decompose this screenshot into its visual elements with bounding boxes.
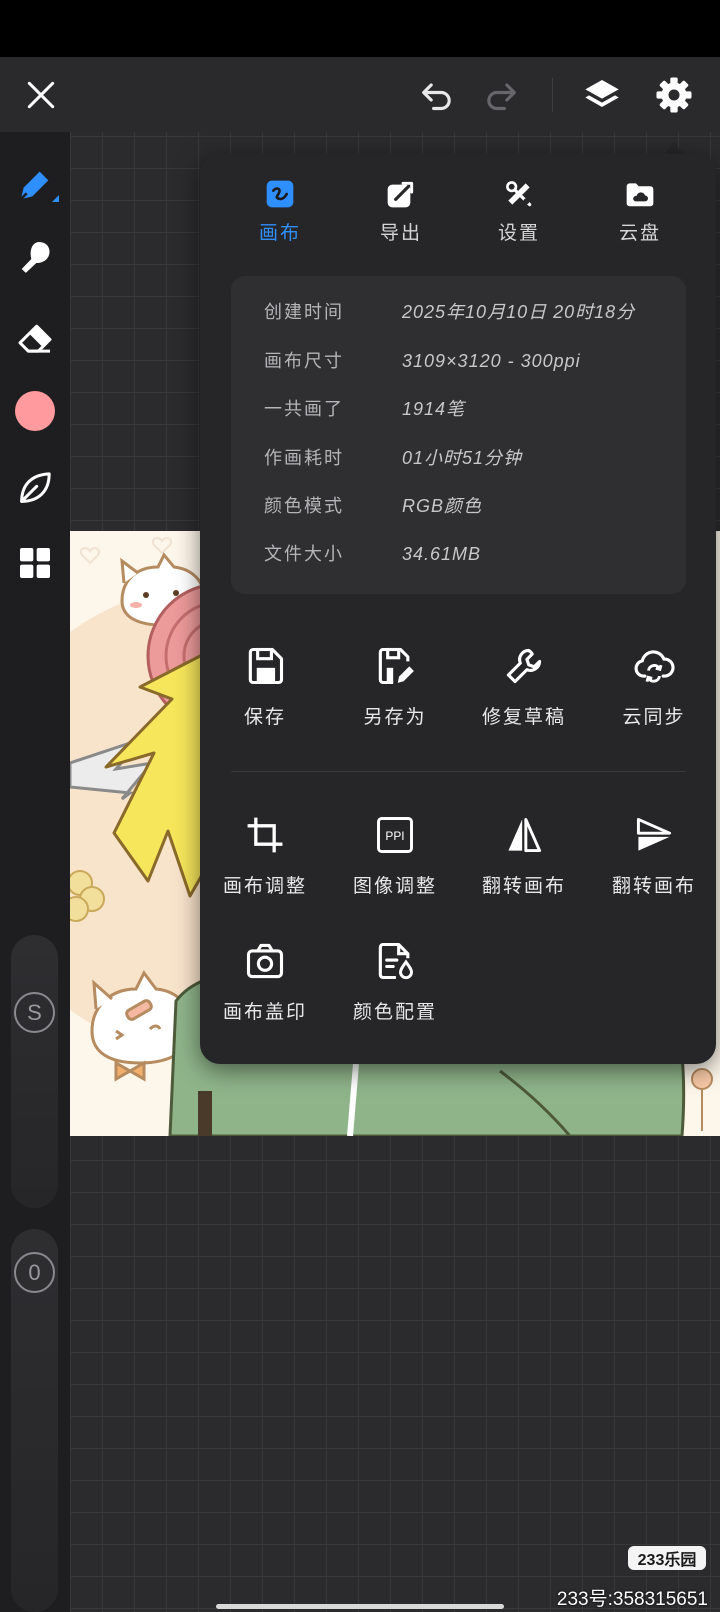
redo-button[interactable] xyxy=(479,73,523,117)
info-value: 34.61MB xyxy=(402,544,482,564)
save-button[interactable]: 保存 xyxy=(205,644,325,728)
tools-icon xyxy=(506,181,532,207)
tab-label: 云盘 xyxy=(618,223,661,244)
close-button[interactable] xyxy=(19,73,63,117)
info-value: 1914笔 xyxy=(402,399,466,419)
info-label: 文件大小 xyxy=(264,544,344,564)
cloud-sync-icon xyxy=(634,650,675,683)
action-label: 保存 xyxy=(243,707,286,728)
tab-settings[interactable]: 设置 xyxy=(469,176,569,246)
close-icon xyxy=(27,81,55,109)
smudge-icon xyxy=(21,242,50,273)
tool-sidebar: S 0 xyxy=(0,132,70,1612)
action-label: 修复草稿 xyxy=(481,707,566,728)
leaf-icon xyxy=(20,472,51,503)
undo-icon xyxy=(422,83,451,111)
eraser-icon xyxy=(18,324,52,353)
current-color-swatch xyxy=(15,391,55,431)
pen-options-indicator[interactable] xyxy=(52,195,59,202)
tab-export[interactable]: 导出 xyxy=(351,176,451,246)
action-label: 图像调整 xyxy=(352,876,437,897)
screen: S 0 画布 导出 设置 云盘 创建时间 2025年10月10日 20时18分 xyxy=(0,0,720,1612)
dark-hair-shadow xyxy=(198,1091,212,1136)
wrench-icon xyxy=(506,648,542,684)
action-label: 云同步 xyxy=(622,707,686,728)
info-label: 创建时间 xyxy=(264,302,344,322)
eraser-tool[interactable] xyxy=(13,315,57,359)
brush-size-knob[interactable]: S xyxy=(14,992,55,1033)
flip-vertical-icon xyxy=(636,817,672,851)
grid-icon xyxy=(20,548,50,578)
info-label: 一共画了 xyxy=(264,399,344,419)
save-as-button[interactable]: 另存为 xyxy=(335,644,455,728)
tab-label: 导出 xyxy=(379,223,422,244)
pen-icon xyxy=(19,171,49,201)
info-value: 01小时51分钟 xyxy=(402,448,523,468)
brush-library-button[interactable] xyxy=(13,466,57,510)
redo-icon xyxy=(487,83,516,111)
watermark-id-text: 233号:358315651 xyxy=(556,1589,708,1610)
repair-draft-button[interactable]: 修复草稿 xyxy=(464,644,584,728)
action-label: 另存为 xyxy=(363,707,427,728)
flip-horizontal-icon xyxy=(508,817,542,853)
canvas-info-box: 创建时间 2025年10月10日 20时18分 画布尺寸 3109×3120 -… xyxy=(231,276,686,594)
save-as-icon xyxy=(378,647,414,685)
action-label: 颜色配置 xyxy=(352,1002,437,1023)
info-value: 2025年10月10日 20时18分 xyxy=(402,302,636,322)
home-indicator[interactable] xyxy=(216,1604,504,1609)
ppi-icon: PPI xyxy=(377,817,413,853)
tab-label: 画布 xyxy=(258,223,301,244)
smudge-tool[interactable] xyxy=(13,235,57,279)
brush-opacity-slider[interactable]: 0 xyxy=(11,1229,58,1612)
flip-vertical-button[interactable]: 翻转画布 xyxy=(594,813,714,897)
action-label: 画布调整 xyxy=(222,876,307,897)
color-profile-icon xyxy=(378,942,413,980)
info-value: 3109×3120 - 300ppi xyxy=(402,351,581,371)
ppi-icon-text: PPI xyxy=(385,829,404,843)
canvas-icon xyxy=(266,180,294,208)
gear-icon xyxy=(656,77,692,113)
cloud-sync-button[interactable]: 云同步 xyxy=(594,644,714,728)
layers-icon xyxy=(585,80,619,107)
save-icon xyxy=(248,647,284,685)
crop-icon xyxy=(247,817,283,853)
section-divider xyxy=(231,771,686,772)
tab-cloud-disk[interactable]: 云盘 xyxy=(590,176,690,246)
action-label: 翻转画布 xyxy=(611,876,696,897)
pen-tool[interactable] xyxy=(13,163,57,207)
undo-button[interactable] xyxy=(415,73,459,117)
camera-icon xyxy=(246,943,284,979)
brush-opacity-knob[interactable]: 0 xyxy=(14,1252,55,1293)
brush-size-slider[interactable]: S xyxy=(11,935,58,1208)
action-label: 翻转画布 xyxy=(481,876,566,897)
canvas-stamp-button[interactable]: 画布盖印 xyxy=(205,939,325,1023)
toolbar-divider xyxy=(552,78,553,112)
flip-horizontal-button[interactable]: 翻转画布 xyxy=(464,813,584,897)
canvas-adjust-button[interactable]: 画布调整 xyxy=(205,813,325,897)
image-adjust-button[interactable]: PPI 图像调整 xyxy=(335,813,455,897)
color-profile-button[interactable]: 颜色配置 xyxy=(335,939,455,1023)
status-bar xyxy=(0,0,720,57)
gallery-button[interactable] xyxy=(13,541,57,585)
info-label: 作画耗时 xyxy=(264,448,344,468)
settings-button[interactable] xyxy=(652,73,696,117)
top-toolbar xyxy=(0,57,720,132)
info-value: RGB颜色 xyxy=(402,496,483,516)
export-icon xyxy=(387,181,414,208)
tab-label: 设置 xyxy=(497,223,540,244)
info-label: 颜色模式 xyxy=(264,496,344,516)
color-picker-button[interactable] xyxy=(13,389,57,433)
cloud-folder-icon xyxy=(626,183,654,207)
watermark-logo: 233乐园 xyxy=(628,1546,706,1570)
tab-canvas[interactable]: 画布 xyxy=(230,176,330,246)
layers-button[interactable] xyxy=(580,73,624,117)
canvas-settings-popover: 画布 导出 设置 云盘 创建时间 2025年10月10日 20时18分 画布尺寸… xyxy=(200,154,716,1064)
action-label: 画布盖印 xyxy=(222,1002,307,1023)
info-label: 画布尺寸 xyxy=(264,351,344,371)
